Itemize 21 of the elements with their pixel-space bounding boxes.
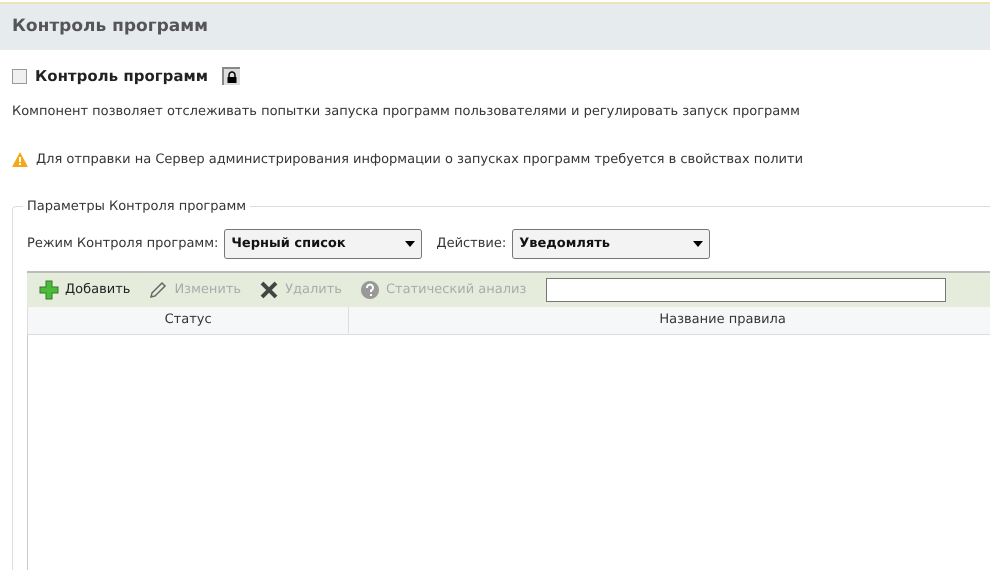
checkbox-label: Контроль программ — [35, 66, 208, 87]
page-title: Контроль программ — [12, 15, 208, 38]
lock-icon[interactable] — [222, 67, 240, 86]
plus-icon — [39, 280, 59, 300]
search-field[interactable] — [546, 278, 946, 302]
column-header[interactable]: Статус — [28, 306, 350, 334]
caret-icon — [405, 240, 416, 246]
question-icon — [360, 280, 380, 300]
warning-icon — [12, 152, 28, 168]
toolbar-button[interactable]: Добавить — [39, 280, 130, 300]
description-text: Компонент позволяет отслеживать попытки запуска программ пользователями и регулировать запуск программ — [11, 102, 801, 120]
pencil-icon — [148, 280, 168, 300]
action-dropdown[interactable]: Уведомлять — [512, 228, 710, 258]
column-header[interactable]: Название правила — [349, 306, 990, 334]
caret-icon — [693, 240, 704, 246]
warning-text: Для отправки на Сервер администрирования информации о запусках программ требуется в свойствах полити — [36, 151, 804, 169]
mode-dropdown[interactable]: Черный список — [224, 228, 422, 258]
checkbox[interactable] — [12, 68, 27, 84]
cross-icon — [259, 280, 280, 300]
mode-label: Режим Контроля программ: — [27, 234, 218, 253]
action-label: Действие: — [436, 234, 506, 253]
